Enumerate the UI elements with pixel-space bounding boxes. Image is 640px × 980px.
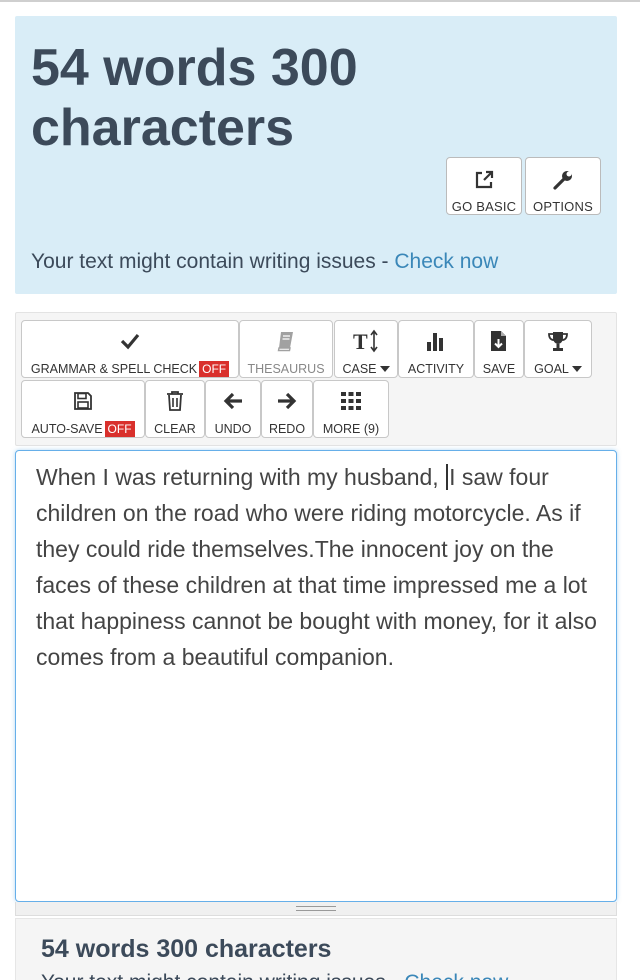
editor-content[interactable]: When I was returning with my husband, I … xyxy=(36,459,606,675)
clear-label: CLEAR xyxy=(154,422,196,436)
top-divider xyxy=(0,0,640,2)
go-basic-button[interactable]: GO BASIC xyxy=(446,157,522,215)
grammar-label: GRAMMAR & SPELL CHECK xyxy=(30,362,198,376)
redo-label: REDO xyxy=(268,422,306,436)
trophy-icon xyxy=(547,329,569,353)
trash-icon xyxy=(166,389,184,413)
text-editor[interactable]: When I was returning with my husband, I … xyxy=(15,450,617,902)
svg-text:T: T xyxy=(353,329,368,353)
editor-text-before-caret: When I was returning with my husband, xyxy=(36,464,446,490)
stats-summary-panel: 54 words 300 characters Your text might … xyxy=(15,918,617,980)
grid-icon xyxy=(340,389,362,413)
editor-resize-handle[interactable] xyxy=(15,902,617,916)
summary-issues-text: Your text might contain writing issues - xyxy=(41,971,404,980)
wrench-icon xyxy=(552,168,574,191)
book-icon xyxy=(276,329,296,353)
goal-label: GOAL xyxy=(534,362,569,376)
go-basic-label: GO BASIC xyxy=(451,199,517,214)
writing-issues-text: Your text might contain writing issues - xyxy=(31,250,395,273)
clear-button[interactable]: CLEAR xyxy=(145,380,205,438)
undo-label: UNDO xyxy=(214,422,252,436)
case-dropdown-button[interactable]: T CASE xyxy=(334,320,398,378)
summary-check-now-link[interactable]: Check now xyxy=(404,971,508,980)
save-button[interactable]: SAVE xyxy=(474,320,524,378)
writing-issues-notice: Your text might contain writing issues -… xyxy=(31,250,498,274)
options-button[interactable]: OPTIONS xyxy=(525,157,601,215)
caret-down-icon xyxy=(571,366,582,372)
editor-toolbar: GRAMMAR & SPELL CHECK OFF THESAURUS T CAS… xyxy=(15,312,617,446)
checkmark-icon xyxy=(120,329,140,352)
check-now-link[interactable]: Check now xyxy=(394,250,498,273)
goal-dropdown-button[interactable]: GOAL xyxy=(524,320,592,378)
editor-text-after-caret: I saw four children on the road who were… xyxy=(36,464,597,670)
activity-label: ACTIVITY xyxy=(407,362,465,376)
bar-chart-icon xyxy=(425,329,447,353)
activity-button[interactable]: ACTIVITY xyxy=(398,320,474,378)
grip-icon xyxy=(296,906,336,911)
grammar-spell-check-button[interactable]: GRAMMAR & SPELL CHECK OFF xyxy=(21,320,239,378)
redo-button[interactable]: REDO xyxy=(261,380,313,438)
arrow-right-icon xyxy=(276,389,298,413)
thesaurus-label: THESAURUS xyxy=(247,362,325,376)
auto-save-label: AUTO-SAVE xyxy=(31,422,103,436)
summary-issues-notice: Your text might contain writing issues -… xyxy=(41,971,508,980)
grammar-off-badge: OFF xyxy=(199,361,230,377)
file-download-icon xyxy=(489,329,509,353)
thesaurus-button[interactable]: THESAURUS xyxy=(239,320,333,378)
summary-word-count: 54 words 300 characters xyxy=(41,935,332,963)
text-height-icon: T xyxy=(353,329,379,353)
options-label: OPTIONS xyxy=(533,199,593,214)
more-label: MORE (9) xyxy=(322,422,380,436)
auto-save-button[interactable]: AUTO-SAVE OFF xyxy=(21,380,145,438)
arrow-left-icon xyxy=(222,389,244,413)
stats-header-panel: 54 words 300 characters GO BASIC OPTIONS… xyxy=(15,16,617,294)
save-label: SAVE xyxy=(482,362,516,376)
external-link-icon xyxy=(473,168,495,191)
word-count-title: 54 words 300 characters xyxy=(31,39,358,157)
floppy-disk-icon xyxy=(73,389,93,412)
caret-down-icon xyxy=(379,366,390,372)
undo-button[interactable]: UNDO xyxy=(205,380,261,438)
case-label: CASE xyxy=(342,362,377,376)
auto-save-off-badge: OFF xyxy=(104,421,135,437)
more-button[interactable]: MORE (9) xyxy=(313,380,389,438)
text-cursor xyxy=(446,464,449,490)
